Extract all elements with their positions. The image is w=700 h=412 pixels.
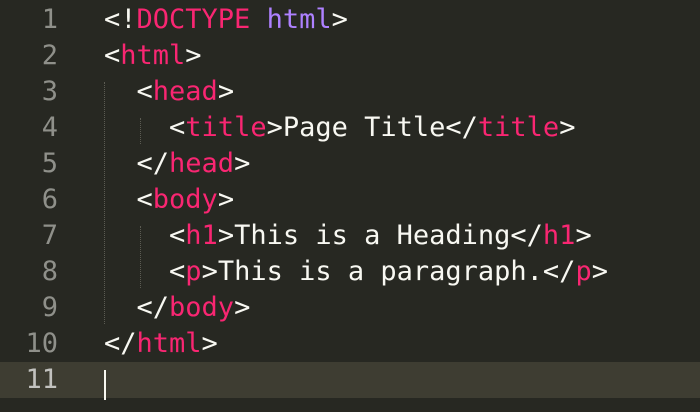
code-token: >Page Title</ [266, 112, 478, 143]
tag-name: head [169, 148, 235, 179]
tag-name: h1 [542, 220, 576, 251]
tag-name: body [169, 292, 235, 323]
code-line[interactable]: 5 </head> [0, 146, 700, 182]
line-number: 8 [41, 256, 58, 287]
code-token: > [559, 112, 576, 143]
code-line[interactable]: 7 <h1>This is a Heading</h1> [0, 218, 700, 254]
line-number: 5 [41, 148, 58, 179]
code-text: </body> [104, 290, 251, 326]
code-token: < [169, 256, 186, 287]
code-token: <! [104, 4, 137, 35]
line-number: 10 [25, 328, 58, 359]
code-token: </ [136, 292, 170, 323]
line-number: 1 [41, 4, 58, 35]
code-text: <html> [104, 38, 202, 74]
tag-name: title [477, 112, 560, 143]
code-line[interactable]: 8 <p>This is a paragraph.</p> [0, 254, 700, 290]
code-token: > [591, 256, 608, 287]
indent-guide [140, 226, 141, 288]
text-caret [104, 370, 106, 400]
code-token: > [331, 4, 348, 35]
tag-name: p [575, 256, 592, 287]
indent-guide [140, 118, 141, 144]
code-token: > [234, 292, 251, 323]
code-token: < [169, 220, 186, 251]
tag-name: html [136, 328, 202, 359]
code-text: <!DOCTYPE html> [104, 2, 348, 38]
code-token: < [136, 76, 153, 107]
code-token: DOCTYPE [136, 4, 251, 35]
code-token: > [234, 148, 251, 179]
code-token: >This is a paragraph.</ [201, 256, 576, 287]
code-text: <h1>This is a Heading</h1> [104, 218, 592, 254]
code-line[interactable]: 3 <head> [0, 74, 700, 110]
line-number: 2 [41, 40, 58, 71]
code-line[interactable]: 2 <html> [0, 38, 700, 74]
code-token: < [169, 112, 186, 143]
code-token: >This is a Heading</ [217, 220, 543, 251]
tag-name: html [120, 40, 186, 71]
code-token: < [136, 184, 153, 215]
tag-name: head [152, 76, 218, 107]
line-number: 6 [41, 184, 58, 215]
code-token: > [575, 220, 592, 251]
code-token: > [217, 184, 235, 215]
code-text: </html> [104, 326, 218, 362]
code-token: > [185, 40, 202, 71]
line-number: 11 [25, 364, 58, 395]
code-text: <p>This is a paragraph.</p> [104, 254, 608, 290]
tag-name: title [185, 112, 267, 143]
line-number: 7 [41, 220, 58, 251]
code-line[interactable]: 1 <!DOCTYPE html> [0, 2, 700, 38]
code-text: </head> [104, 146, 251, 182]
code-token: < [104, 40, 121, 71]
code-line[interactable]: 9 </body> [0, 290, 700, 326]
code-editor[interactable]: 1 <!DOCTYPE html> 2 <html> 3 <head> 4 <title>… [0, 0, 700, 412]
code-token: </ [104, 328, 137, 359]
code-line[interactable]: 4 <title>Page Title</title> [0, 110, 700, 146]
line-number: 3 [41, 76, 58, 107]
code-token: > [217, 76, 235, 107]
code-text: <title>Page Title</title> [104, 110, 575, 146]
code-token: </ [136, 148, 170, 179]
indent-guide [104, 82, 105, 324]
line-number: 4 [41, 112, 58, 143]
code-token: > [201, 328, 218, 359]
line-number: 9 [41, 292, 58, 323]
code-text: <body> [104, 182, 235, 218]
code-text: <head> [104, 74, 235, 110]
tag-name: body [152, 184, 218, 215]
code-token: html [266, 4, 332, 35]
tag-name: p [185, 256, 202, 287]
tag-name: h1 [185, 220, 218, 251]
code-line[interactable]: 10 </html> [0, 326, 700, 362]
code-line[interactable]: 6 <body> [0, 182, 700, 218]
